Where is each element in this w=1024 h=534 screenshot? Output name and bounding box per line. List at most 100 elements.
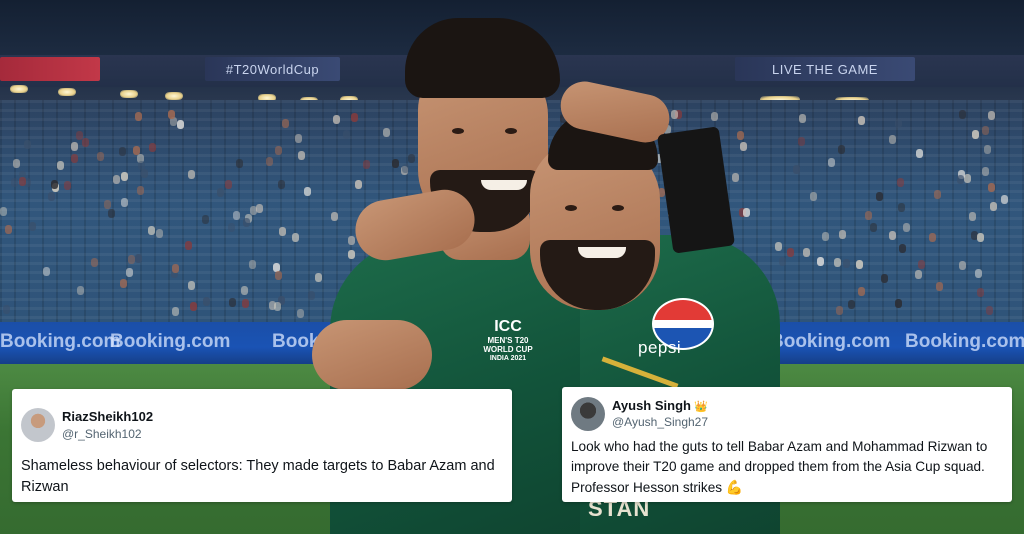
floodlight [10,85,28,93]
spectator [918,260,925,269]
spectator [297,309,304,318]
spectator [172,264,179,273]
spectator [957,175,964,184]
spectator [82,138,89,147]
spectator [915,270,922,279]
floodlight [58,88,76,96]
spectator [135,254,142,263]
spectator [156,229,163,238]
spectator [865,211,872,220]
avatar[interactable] [571,397,605,431]
spectator [895,299,902,308]
avatar[interactable] [21,408,55,442]
spectator [202,215,209,224]
spectator [889,135,896,144]
spectator [203,297,210,306]
spectator [936,282,943,291]
spectator [3,305,10,314]
tweet-display-name[interactable]: RiazSheikh102 [62,409,153,424]
spectator [964,174,971,183]
spectator [988,183,995,192]
spectator [282,119,289,128]
spectator [188,170,195,179]
eye [612,205,624,211]
spectator [304,187,311,196]
spectator [133,146,140,155]
spectator [348,250,355,259]
eye [565,205,577,211]
smile [481,180,527,190]
spectator [308,291,315,300]
spectator [278,180,285,189]
spectator [916,149,923,158]
spectator [11,178,18,187]
spectator [43,267,50,276]
spectator [836,306,843,315]
spectator [898,203,905,212]
spectator [119,147,126,156]
spectator [120,279,127,288]
spectator [876,192,883,201]
spectator [243,218,250,227]
spectator [1001,195,1008,204]
spectator [817,257,824,266]
tweet-handle[interactable]: @r_Sheikh102 [62,427,142,441]
spectator [787,248,794,257]
spectator [839,230,846,239]
spectator [779,257,786,266]
eye [505,128,517,134]
spectator [803,248,810,257]
spectator [279,227,286,236]
spectator [190,302,197,311]
spectator [343,130,350,139]
stadium-ribbon-hashtag: #T20WorldCup [205,57,340,81]
spectator [315,273,322,282]
spectator [113,175,120,184]
badge-line: MEN'S T20 [487,336,529,345]
spectator [732,173,739,182]
tweet-text: Shameless behaviour of selectors: They m… [21,458,495,495]
spectator [972,130,979,139]
spectator [97,152,104,161]
spectator [242,299,249,308]
player-left-hand [312,320,432,390]
spectator [121,198,128,207]
ribbon-hashtag-text: #T20WorldCup [225,61,320,77]
spectator [975,269,982,278]
tweet-handle[interactable]: @Ayush_Singh27 [612,415,708,429]
spectator [355,180,362,189]
spectator [671,110,678,119]
tweet-display-name[interactable]: Ayush Singh 👑 [612,398,708,413]
spectator [126,268,133,277]
spectator [172,307,179,316]
tweet-text-content: Look who had the guts to tell Babar Azam… [571,439,988,495]
spectator [135,112,142,121]
badge-line: INDIA 2021 [489,355,527,362]
spectator [108,209,115,218]
spectator [988,111,995,120]
spectator [29,222,36,231]
tweet-card[interactable]: Ayush Singh 👑 @Ayush_Singh27 Look who had… [562,387,1012,502]
spectator [241,286,248,295]
spectator [899,244,906,253]
spectator [959,110,966,119]
spectator [275,146,282,155]
spectator [250,206,257,215]
spectator [48,192,55,201]
spectator [870,223,877,232]
spectator [348,236,355,245]
spectator [828,158,835,167]
spectator [740,142,747,151]
spectator [959,261,966,270]
spectator [798,137,805,146]
tweet-card[interactable]: RiazSheikh102 @r_Sheikh102 Shameless beh… [12,389,512,502]
spectator [13,159,20,168]
spectator [858,116,865,125]
spectator [149,143,156,152]
spectator [982,167,989,176]
spectator [822,232,829,241]
spectator [228,223,235,232]
floodlight [165,92,183,100]
spectator [793,165,800,174]
spectator [810,192,817,201]
